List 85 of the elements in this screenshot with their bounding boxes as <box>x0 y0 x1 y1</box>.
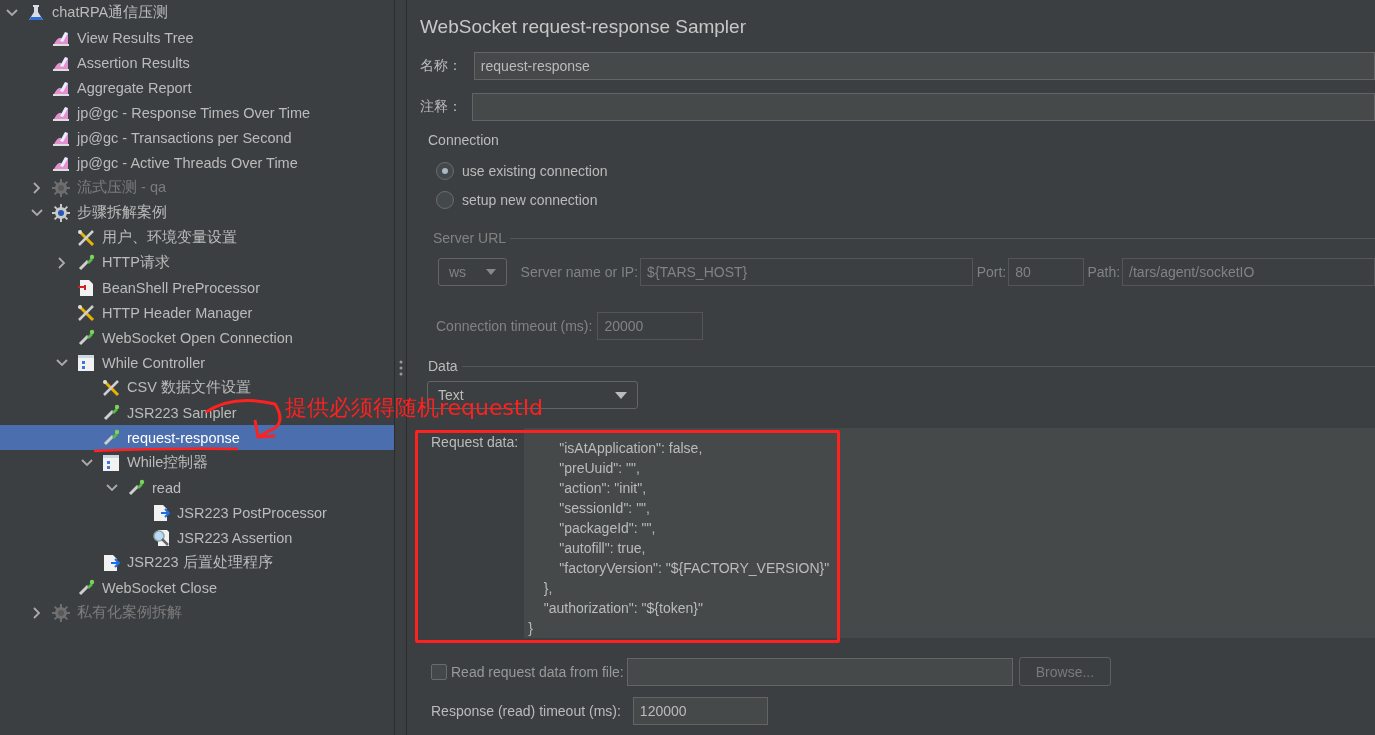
document-icon <box>152 503 170 522</box>
tree-item-label[interactable]: While Controller <box>102 354 206 371</box>
field-label: Response (read) timeout (ms): <box>431 703 621 719</box>
code-line: "isAtApplication": false, <box>558 439 704 458</box>
chevron-down-icon[interactable] <box>31 206 43 219</box>
window-icon <box>102 453 120 472</box>
tree-item-label[interactable]: jp@gc - Transactions per Second <box>77 129 292 146</box>
section-title: Data <box>428 358 458 374</box>
tree-item-label[interactable]: WebSocket Open Connection <box>102 329 293 346</box>
checkbox-label[interactable]: Read request data from file: <box>451 663 624 680</box>
chevron-down-icon[interactable] <box>106 481 118 494</box>
chevron-down-icon[interactable] <box>56 356 68 369</box>
panel-title: WebSocket request-response Sampler <box>420 16 747 39</box>
comment-field[interactable] <box>472 93 1375 121</box>
document-icon <box>77 278 95 297</box>
field-label: Port: <box>976 264 1007 280</box>
code-line: "authorization": "${token}" <box>542 599 704 618</box>
field-label: 名称： <box>420 57 463 75</box>
tree-item-label[interactable]: jp@gc - Response Times Over Time <box>77 104 311 121</box>
code-line: "sessionId": "", <box>558 499 651 518</box>
radio-label[interactable]: use existing connection <box>462 162 608 179</box>
radio-button[interactable] <box>436 161 454 180</box>
dropdown-arrow-icon <box>485 269 496 275</box>
checkbox[interactable] <box>431 663 447 680</box>
tree-item-label[interactable]: JSR223 Sampler <box>127 404 237 421</box>
field-label: Connection timeout (ms): <box>436 318 593 334</box>
code-line: "action": "init", <box>558 479 648 498</box>
tree-item-label[interactable]: While控制器 <box>127 453 209 472</box>
section-title: Server URL <box>433 230 507 246</box>
chevron-down-icon[interactable] <box>6 6 18 19</box>
tree-item-label[interactable]: 步骤拆解案例 <box>77 203 167 222</box>
request-data-editor[interactable]: "isAtApplication": false, "preUuid": "", "action": "init", "sessionId": "", "packageId": "", "autofill": true, "factoryVersion": "${FACTORY_VERSION}" }, "authorization": "${token}" } <box>524 428 1375 638</box>
file-path-field[interactable] <box>626 657 1013 686</box>
code-line: "autofill": true, <box>558 539 647 558</box>
pipette-icon <box>127 478 145 497</box>
gear-icon <box>52 603 70 622</box>
tree-item-label[interactable]: Aggregate Report <box>77 79 192 96</box>
tree-item-label[interactable]: read <box>152 479 182 496</box>
field-label: 注释： <box>420 98 463 116</box>
code-line: } <box>527 619 534 638</box>
document-icon <box>102 553 120 572</box>
tree-item-label[interactable]: Assertion Results <box>77 54 190 71</box>
pipette-icon <box>77 578 95 597</box>
tree-item-label[interactable]: jp@gc - Active Threads Over Time <box>77 154 298 171</box>
tree-item-label[interactable]: JSR223 后置处理程序 <box>127 553 273 572</box>
field-label: Server name or IP: <box>520 264 639 280</box>
window-icon <box>77 353 95 372</box>
selected-row-highlight[interactable]: request-response <box>0 425 394 450</box>
tree-item-label[interactable]: WebSocket Close <box>102 579 217 596</box>
dropdown-arrow-icon <box>615 391 627 399</box>
tree-item-label[interactable]: JSR223 PostProcessor <box>177 504 327 521</box>
tree-item-label[interactable]: chatRPA通信压测 <box>52 3 169 22</box>
field-label: Path: <box>1087 264 1121 280</box>
name-field[interactable]: request-response <box>473 52 1375 80</box>
tree-item-label[interactable]: CSV 数据文件设置 <box>127 378 251 397</box>
pipette-icon <box>102 428 120 447</box>
magnifier-icon <box>152 528 170 547</box>
response-timeout-field[interactable]: 120000 <box>632 697 768 725</box>
tree-item-label[interactable]: View Results Tree <box>77 29 194 46</box>
section-title: Connection <box>428 132 499 148</box>
tree-item-label[interactable]: request-response <box>127 429 240 446</box>
tree-item-label[interactable]: HTTP Header Manager <box>102 304 253 321</box>
flask-icon <box>27 3 45 22</box>
code-line: "factoryVersion": "${FACTORY_VERSION}" <box>558 559 831 578</box>
radio-button[interactable] <box>436 190 454 209</box>
pipette-icon <box>77 253 95 272</box>
tree-item-label[interactable]: JSR223 Assertion <box>177 529 293 546</box>
chevron-right-icon[interactable] <box>56 256 68 269</box>
gear-icon <box>52 203 70 222</box>
tree-item-label[interactable]: 用户、环境变量设置 <box>102 228 237 247</box>
radio-label[interactable]: setup new connection <box>462 191 598 208</box>
pipette-icon <box>77 328 95 347</box>
tools-icon <box>77 228 95 247</box>
chevron-down-icon[interactable] <box>81 456 93 469</box>
tools-icon <box>77 303 95 322</box>
gear-icon <box>52 178 70 197</box>
pipette-icon <box>102 403 120 422</box>
splitter-handle-icon <box>398 359 403 376</box>
field-label: Request data: <box>431 434 519 450</box>
tree-item-label[interactable]: HTTP请求 <box>102 253 170 272</box>
code-line: "packageId": "", <box>558 519 657 538</box>
code-line: }, <box>542 579 554 598</box>
code-line: "preUuid": "", <box>558 459 641 478</box>
tools-icon <box>102 378 120 397</box>
tree-item-label[interactable]: BeanShell PreProcessor <box>102 279 260 296</box>
